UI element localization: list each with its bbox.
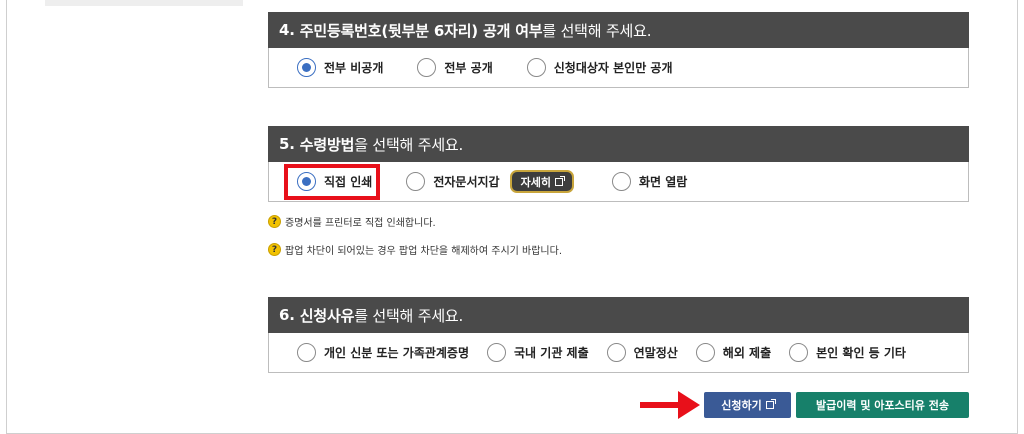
radio-icon[interactable]: [789, 343, 809, 362]
section-4-number: 4.: [279, 21, 295, 39]
section-4-header: 4. 주민등록번호(뒷부분 6자리) 공개 여부 를 선택해 주세요.: [268, 12, 969, 48]
section-5-header: 5. 수령방법 을 선택해 주세요.: [268, 126, 969, 162]
radio-icon[interactable]: [695, 343, 715, 362]
section-4-title-rest: 를 선택해 주세요.: [542, 21, 652, 40]
apply-button[interactable]: 신청하기: [704, 392, 791, 418]
radio-icon[interactable]: [526, 58, 546, 77]
highlight-box: [284, 164, 380, 200]
section-6-title-rest: 를 선택해 주세요.: [354, 306, 464, 325]
section-6-header: 6. 신청사유 를 선택해 주세요.: [268, 297, 969, 333]
option-personal-family[interactable]: 개인 신분 또는 가족관계증명: [297, 343, 469, 362]
option-domestic-agency[interactable]: 국내 기관 제출: [487, 343, 589, 362]
option-all-private[interactable]: 전부 비공개: [297, 58, 383, 77]
option-year-end-tax[interactable]: 연말정산: [606, 343, 678, 362]
radio-selected-icon[interactable]: [297, 58, 316, 77]
radio-icon[interactable]: [611, 172, 631, 191]
red-arrow-icon: [640, 391, 700, 419]
section-6-title: 신청사유: [299, 306, 355, 325]
radio-icon[interactable]: [406, 172, 426, 191]
section-5-number: 5.: [279, 135, 295, 153]
note-print: ? 증명서를 프린터로 직접 인쇄합니다.: [268, 214, 436, 229]
section-4-options: 전부 비공개 전부 공개 신청대상자 본인만 공개: [268, 48, 969, 88]
section-6-number: 6.: [279, 306, 295, 324]
note-popup: ? 팝업 차단이 되어있는 경우 팝업 차단을 해제하여 주시기 바랍니다.: [268, 242, 562, 257]
section-reason: 6. 신청사유 를 선택해 주세요. 개인 신분 또는 가족관계증명 국내 기관…: [268, 297, 969, 373]
option-overseas[interactable]: 해외 제출: [695, 343, 771, 362]
section-resident-number: 4. 주민등록번호(뒷부분 6자리) 공개 여부 를 선택해 주세요. 전부 비…: [268, 12, 969, 88]
section-5-title: 수령방법: [299, 135, 355, 154]
option-e-wallet[interactable]: 전자문서지갑: [406, 172, 500, 191]
external-link-icon: [554, 175, 565, 186]
radio-icon[interactable]: [417, 58, 437, 77]
option-all-public[interactable]: 전부 공개: [417, 58, 493, 77]
radio-icon[interactable]: [606, 343, 626, 362]
radio-icon[interactable]: [297, 343, 316, 362]
help-icon: ?: [268, 215, 281, 228]
detail-button[interactable]: 자세히: [509, 170, 574, 193]
help-icon: ?: [268, 243, 281, 256]
option-screen-view[interactable]: 화면 열람: [611, 172, 687, 191]
section-4-title: 주민등록번호(뒷부분 6자리) 공개 여부: [299, 21, 543, 40]
external-link-icon: [765, 399, 776, 409]
section-6-options: 개인 신분 또는 가족관계증명 국내 기관 제출 연말정산 해외 제출 본인 확…: [268, 333, 969, 373]
option-self-only-public[interactable]: 신청대상자 본인만 공개: [526, 58, 673, 77]
section-5-title-rest: 을 선택해 주세요.: [354, 135, 464, 154]
option-identity-etc[interactable]: 본인 확인 등 기타: [789, 343, 906, 362]
left-sidebar-edge: [45, 0, 243, 6]
history-apostille-button[interactable]: 발급이력 및 아포스티유 전송: [796, 392, 969, 418]
radio-icon[interactable]: [487, 343, 507, 362]
